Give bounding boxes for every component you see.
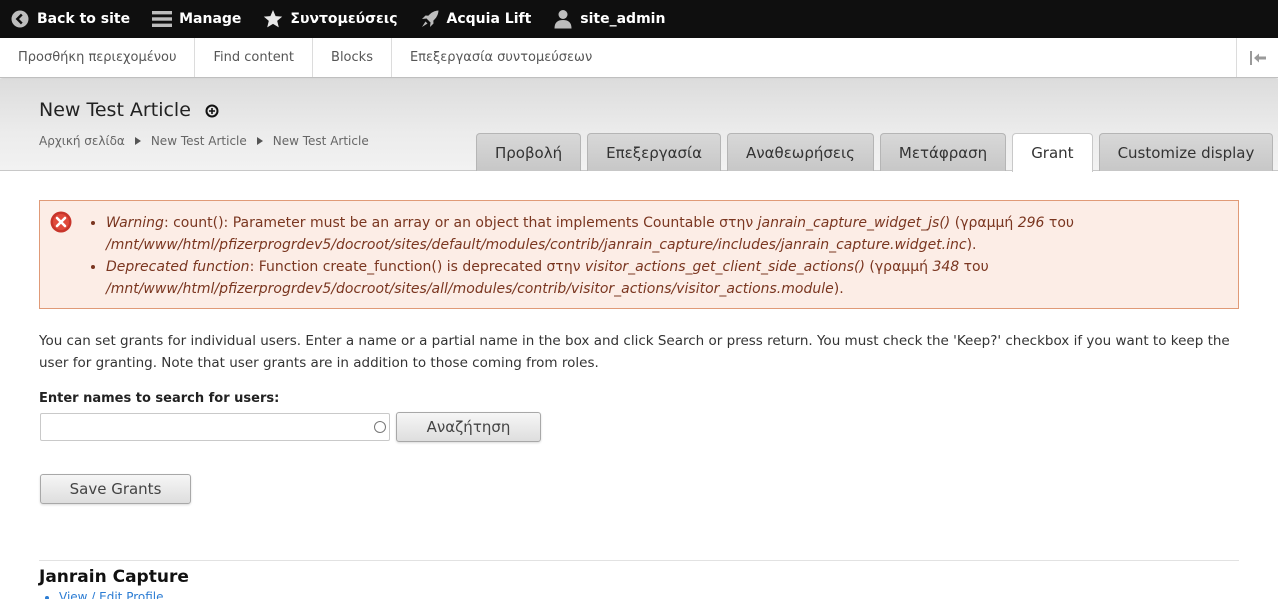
block-title: Janrain Capture — [39, 567, 189, 587]
breadcrumb-home[interactable]: Αρχική σελίδα — [39, 134, 125, 148]
user-icon — [553, 9, 573, 29]
rocket-icon — [420, 9, 440, 29]
breadcrumb-separator-icon — [256, 137, 263, 145]
tab-view[interactable]: Προβολή — [476, 133, 582, 171]
message-item: Deprecated function: Function create_fun… — [106, 256, 1218, 300]
divider — [39, 560, 1239, 561]
shortcuts-menu[interactable]: Συντομεύσεις — [253, 0, 409, 38]
back-arrow-icon — [10, 9, 30, 29]
breadcrumb: Αρχική σελίδα New Test Article New Test … — [39, 134, 369, 148]
user-label: site_admin — [580, 11, 666, 27]
tab-edit[interactable]: Επεξεργασία — [587, 133, 721, 171]
page-header: New Test Article Αρχική σελίδα New Test … — [0, 79, 1278, 172]
user-menu[interactable]: site_admin — [543, 0, 677, 38]
breadcrumb-current: New Test Article — [272, 134, 369, 148]
shortcuts-label: Συντομεύσεις — [290, 11, 398, 27]
view-edit-profile-link[interactable]: View / Edit Profile — [59, 590, 164, 599]
tab-customize-display[interactable]: Customize display — [1098, 133, 1274, 171]
toolbar-tray: Προσθήκη περιεχομένου Find content Block… — [0, 38, 1278, 78]
search-label: Enter names to search for users: — [39, 391, 280, 406]
tray-item-blocks[interactable]: Blocks — [313, 38, 392, 77]
star-icon — [263, 9, 283, 29]
breadcrumb-separator-icon — [134, 137, 141, 145]
tab-translate[interactable]: Μετάφραση — [879, 133, 1007, 171]
autocomplete-throbber-icon — [374, 421, 386, 433]
intro-text: You can set grants for individual users.… — [39, 333, 1230, 371]
tray-item-add-content[interactable]: Προσθήκη περιεχομένου — [0, 38, 196, 77]
error-icon — [50, 211, 72, 233]
message-item: Warning: count(): Parameter must be an a… — [106, 212, 1218, 256]
hamburger-icon — [152, 9, 173, 29]
breadcrumb-item[interactable]: New Test Article — [151, 134, 247, 148]
error-messages: Warning: count(): Parameter must be an a… — [39, 200, 1239, 309]
add-shortcut-icon[interactable] — [205, 103, 219, 118]
acquia-lift-label: Acquia Lift — [446, 11, 532, 27]
save-grants-button[interactable]: Save Grants — [40, 474, 191, 504]
primary-tabs: Προβολή Επεξεργασία Αναθεωρήσεις Μετάφρα… — [476, 133, 1278, 172]
back-to-site-link[interactable]: Back to site — [0, 0, 142, 38]
tray-orientation-toggle[interactable] — [1236, 38, 1278, 77]
tab-grant[interactable]: Grant — [1012, 133, 1093, 172]
collapse-left-icon — [1249, 50, 1266, 65]
acquia-lift-menu[interactable]: Acquia Lift — [410, 0, 544, 38]
block-links: View / Edit Profile — [59, 590, 164, 599]
admin-toolbar: Back to site Manage Συντομεύσεις Acquia … — [0, 0, 1278, 38]
manage-menu[interactable]: Manage — [142, 0, 253, 38]
user-search-input[interactable] — [40, 413, 390, 441]
tray-item-edit-shortcuts[interactable]: Επεξεργασία συντομεύσεων — [392, 38, 610, 77]
back-to-site-label: Back to site — [37, 11, 131, 27]
search-button[interactable]: Αναζήτηση — [396, 412, 541, 442]
tray-item-find-content[interactable]: Find content — [195, 38, 314, 77]
tab-revisions[interactable]: Αναθεωρήσεις — [726, 133, 874, 171]
page-title: New Test Article — [39, 99, 191, 121]
manage-label: Manage — [179, 11, 242, 27]
list-item: View / Edit Profile — [59, 590, 164, 599]
